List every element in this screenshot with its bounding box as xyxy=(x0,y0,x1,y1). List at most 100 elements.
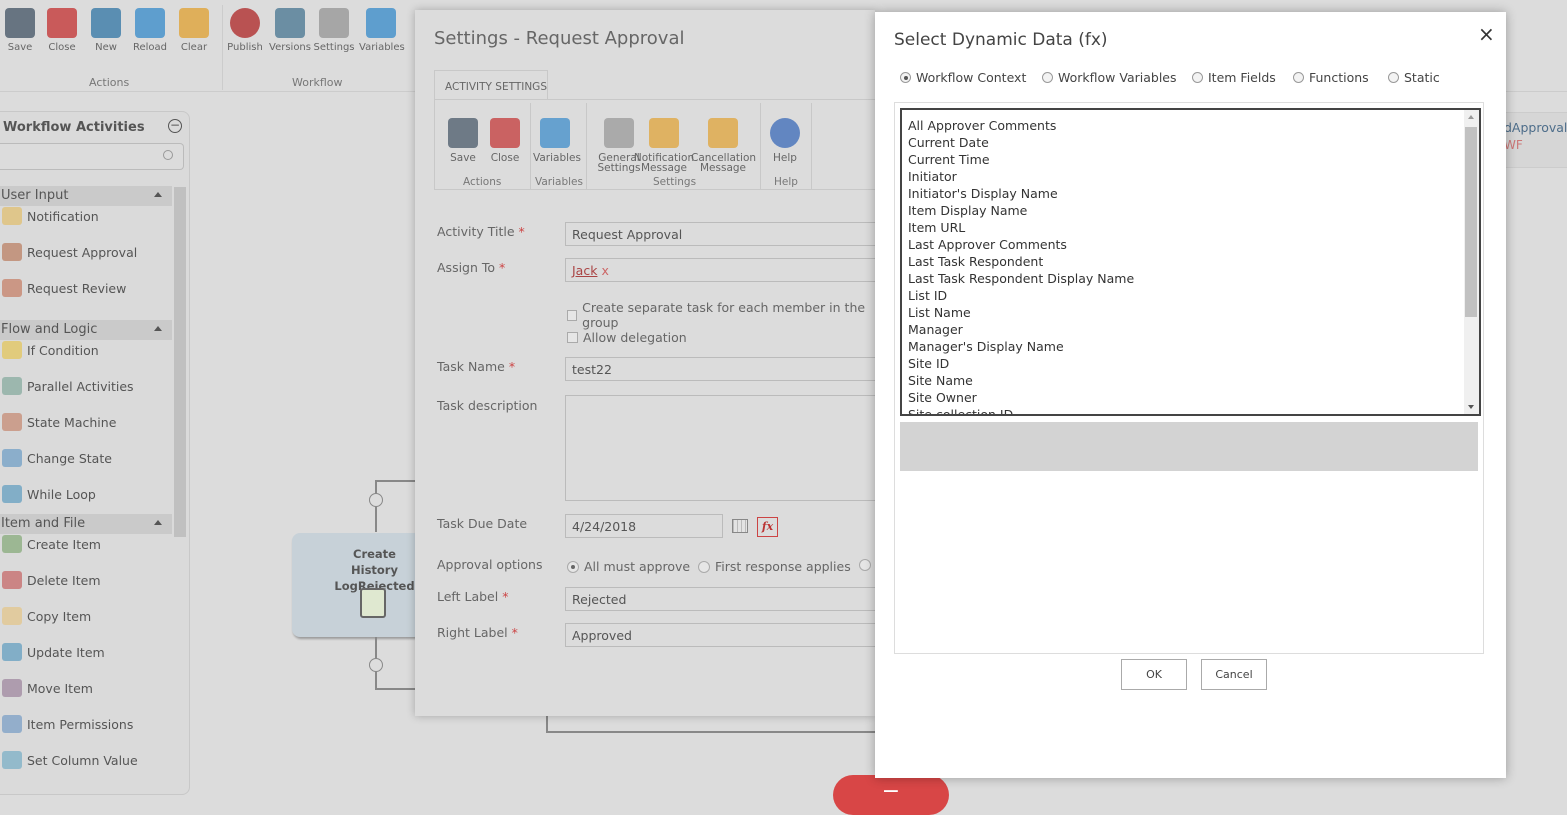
ribbon-cancellation-message-button[interactable]: Cancellation Message xyxy=(691,118,756,173)
list-item[interactable]: Manager xyxy=(902,321,1479,338)
activity-state-machine[interactable]: State Machine xyxy=(2,413,116,431)
activity-request-approval[interactable]: Request Approval xyxy=(2,243,137,261)
tab-activity-settings[interactable]: ACTIVITY SETTINGS xyxy=(434,70,548,100)
versions-button[interactable]: Versions xyxy=(268,8,312,53)
list-item[interactable]: Site Owner xyxy=(902,389,1479,406)
radio-functions[interactable]: Functions xyxy=(1293,70,1369,85)
connector-circle[interactable] xyxy=(369,493,383,507)
remove-assignee-button[interactable]: x xyxy=(601,263,608,278)
scroll-thumb[interactable] xyxy=(1465,127,1477,317)
fx-button[interactable]: fx xyxy=(757,517,778,537)
select-dynamic-data-dialog: Select Dynamic Data (fx) × Workflow Cont… xyxy=(875,12,1506,778)
radio-workflow-variables[interactable]: Workflow Variables xyxy=(1042,70,1177,85)
publish-button[interactable]: Publish xyxy=(223,8,267,53)
save-button[interactable]: Save xyxy=(0,8,42,53)
clear-button[interactable]: Clear xyxy=(172,8,216,53)
ok-button[interactable]: OK xyxy=(1121,659,1187,690)
radio-workflow-context[interactable]: Workflow Context xyxy=(900,70,1026,85)
activity-update-item[interactable]: Update Item xyxy=(2,643,105,661)
new-button[interactable]: New xyxy=(84,8,128,53)
section-header[interactable]: Item and File xyxy=(0,514,172,534)
activity-move-item[interactable]: Move Item xyxy=(2,679,93,697)
activity-item-permissions[interactable]: Item Permissions xyxy=(2,715,133,733)
radio-button[interactable] xyxy=(1192,72,1203,83)
activity-create-item[interactable]: Create Item xyxy=(2,535,101,553)
list-item[interactable]: List Name xyxy=(902,304,1479,321)
activity-copy-item[interactable]: Copy Item xyxy=(2,607,91,625)
radio-first-response-applies[interactable]: First response applies xyxy=(698,559,851,574)
close-icon[interactable]: × xyxy=(1478,22,1495,46)
activity-title-input[interactable]: Request Approval xyxy=(565,222,885,246)
settings-button[interactable]: Settings xyxy=(312,8,356,53)
separate-task-checkbox[interactable]: Create separate task for each member in … xyxy=(567,300,875,330)
radio-button[interactable] xyxy=(1293,72,1304,83)
list-scrollbar[interactable] xyxy=(1464,110,1479,414)
section-header[interactable]: Flow and Logic xyxy=(0,320,172,340)
task-description-input[interactable] xyxy=(565,395,885,501)
collapse-section-icon[interactable] xyxy=(154,192,162,197)
ribbon-close-button[interactable]: Close xyxy=(483,118,527,163)
activity-while-loop[interactable]: While Loop xyxy=(2,485,96,503)
activity-delete-item[interactable]: Delete Item xyxy=(2,571,101,589)
assignee-chip[interactable]: Jack xyxy=(572,263,597,278)
activity-parallel-activities[interactable]: Parallel Activities xyxy=(2,377,134,395)
activity-change-state[interactable]: Change State xyxy=(2,449,112,467)
list-item[interactable]: List ID xyxy=(902,287,1479,304)
connector-circle[interactable] xyxy=(369,658,383,672)
ribbon-help-button[interactable]: Help xyxy=(763,118,807,163)
workflow-node[interactable]: Create History LogRejected xyxy=(292,533,422,637)
radio-approval-option-3[interactable] xyxy=(859,559,871,571)
activity-label: Create Item xyxy=(27,536,101,552)
sidebar-scrollbar[interactable] xyxy=(174,187,186,537)
list-item[interactable]: Last Approver Comments xyxy=(902,236,1479,253)
collapse-section-icon[interactable] xyxy=(154,326,162,331)
list-item[interactable]: Site collection ID xyxy=(902,406,1479,414)
radio-button[interactable] xyxy=(1042,72,1053,83)
activity-request-review[interactable]: Request Review xyxy=(2,279,126,297)
workflow-node-right[interactable]: dApproval WF xyxy=(1504,112,1567,168)
scroll-down-icon[interactable] xyxy=(1468,405,1474,409)
list-item[interactable]: Item URL xyxy=(902,219,1479,236)
activity-icon xyxy=(2,485,22,503)
activity-if-condition[interactable]: If Condition xyxy=(2,341,99,359)
list-item[interactable]: Initiator's Display Name xyxy=(902,185,1479,202)
list-item[interactable]: Current Date xyxy=(902,134,1479,151)
calendar-icon[interactable] xyxy=(732,519,748,533)
ribbon-notification-message-button[interactable]: Notification Message xyxy=(632,118,696,173)
reload-button[interactable]: Reload xyxy=(128,8,172,53)
cancel-button[interactable]: Cancel xyxy=(1201,659,1267,690)
list-item[interactable]: Item Display Name xyxy=(902,202,1479,219)
radio-item-fields[interactable]: Item Fields xyxy=(1192,70,1276,85)
list-item[interactable]: All Approver Comments xyxy=(902,117,1479,134)
right-label-input[interactable]: Approved xyxy=(565,623,885,647)
task-name-input[interactable]: test22 xyxy=(565,357,885,381)
variables-button[interactable]: Variables xyxy=(359,8,405,53)
list-item[interactable]: Site ID xyxy=(902,355,1479,372)
scroll-up-icon[interactable] xyxy=(1468,115,1474,119)
allow-delegation-checkbox[interactable]: Allow delegation xyxy=(567,330,687,345)
radio-button[interactable] xyxy=(1388,72,1399,83)
close-button[interactable]: Close xyxy=(40,8,84,53)
due-date-input[interactable]: 4/24/2018 xyxy=(565,514,723,538)
context-items-list[interactable]: All Approver Comments Current Date Current… xyxy=(900,108,1481,416)
radio-all-must-approve[interactable]: All must approve xyxy=(567,559,690,574)
activity-notification[interactable]: Notification xyxy=(2,207,99,225)
list-item[interactable]: Initiator xyxy=(902,168,1479,185)
ribbon-variables-button[interactable]: Variables xyxy=(533,118,581,163)
end-node-button[interactable]: − xyxy=(833,775,949,815)
ribbon-save-button[interactable]: Save xyxy=(441,118,485,163)
activity-search-input[interactable] xyxy=(0,143,184,170)
activity-set-column-value[interactable]: Set Column Value xyxy=(2,751,138,769)
radio-static[interactable]: Static xyxy=(1388,70,1440,85)
list-item[interactable]: Site Name xyxy=(902,372,1479,389)
list-item[interactable]: Manager's Display Name xyxy=(902,338,1479,355)
radio-button[interactable] xyxy=(900,72,911,83)
list-item[interactable]: Last Task Respondent Display Name xyxy=(902,270,1479,287)
section-header[interactable]: User Input xyxy=(0,186,172,206)
left-label-input[interactable]: Rejected xyxy=(565,587,885,611)
collapse-section-icon[interactable] xyxy=(154,520,162,525)
collapse-icon[interactable]: − xyxy=(168,119,182,133)
list-item[interactable]: Last Task Respondent xyxy=(902,253,1479,270)
assign-to-input[interactable]: Jack x xyxy=(565,258,885,282)
list-item[interactable]: Current Time xyxy=(902,151,1479,168)
